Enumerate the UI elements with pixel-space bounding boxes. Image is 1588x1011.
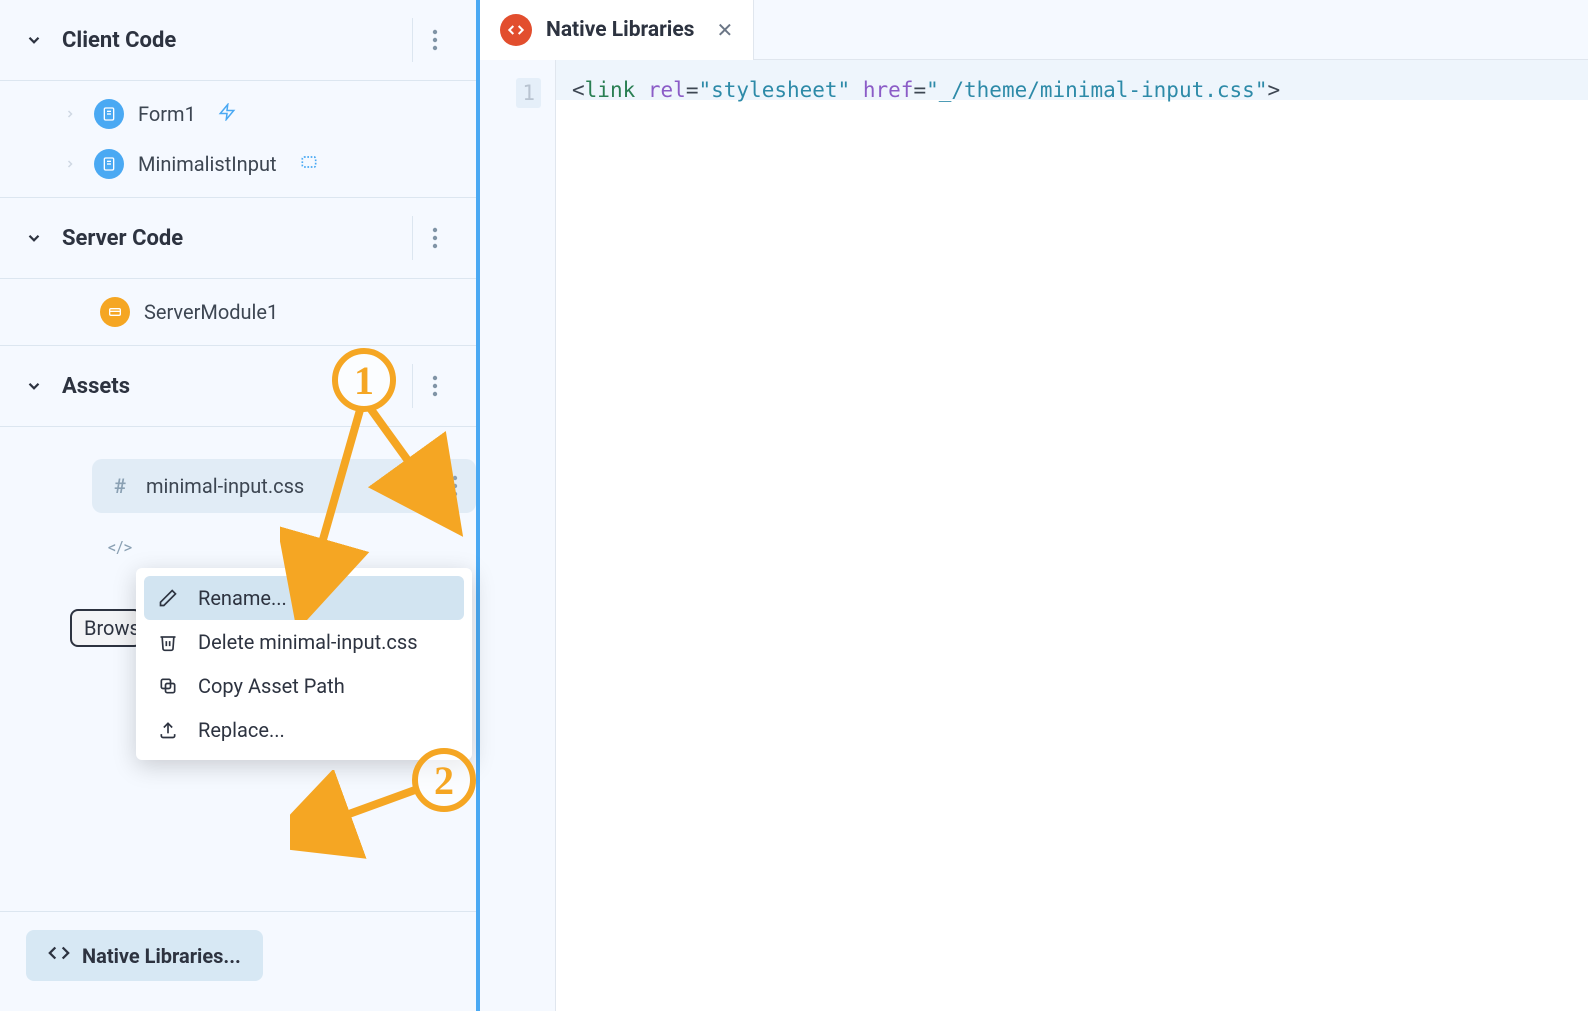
code-icon: </> [106,538,134,558]
line-number: 1 [516,78,541,108]
menu-item-label: Rename... [198,586,287,610]
form-icon [94,149,124,179]
native-libraries-button[interactable]: Native Libraries... [26,930,263,981]
kebab-icon[interactable] [412,364,456,408]
annotation-arrow-2 [290,770,450,870]
client-code-body: Form1 MinimalistInput [0,81,476,197]
menu-item-label: Delete minimal-input.css [198,630,418,654]
asset-label: minimal-input.css [134,474,432,498]
layout-icon [299,152,319,176]
chevron-down-icon [20,372,48,400]
section-header-assets[interactable]: Assets [0,345,476,427]
chevron-down-icon [20,224,48,252]
code-icon [48,942,70,969]
trash-icon [156,632,180,652]
code-tab-icon [500,14,532,46]
tabbar: Native Libraries ✕ [480,0,1588,60]
menu-item-copy-path[interactable]: Copy Asset Path [144,664,464,708]
code-area[interactable]: 1 <link rel="stylesheet" href="_/theme/m… [480,60,1588,1011]
sidebar: Client Code Form1 MinimalistInput [0,0,480,1011]
menu-item-delete[interactable]: Delete minimal-input.css [144,620,464,664]
menu-item-rename[interactable]: Rename... [144,576,464,620]
form-icon [94,99,124,129]
asset-item-hidden[interactable]: </> [92,523,476,573]
tree-item-form1[interactable]: Form1 [0,89,476,139]
copy-icon [156,676,180,696]
kebab-icon[interactable] [432,459,476,513]
asset-item-minimal-input-css[interactable]: # minimal-input.css [92,459,476,513]
menu-item-replace[interactable]: Replace... [144,708,464,752]
module-icon [100,297,130,327]
menu-item-label: Replace... [198,718,285,742]
section-title: Server Code [62,226,412,251]
context-menu: Rename... Delete minimal-input.css Copy … [136,568,472,760]
gutter: 1 [480,60,556,1011]
section-title: Client Code [62,28,412,53]
code-line-1: <link rel="stylesheet" href="_/theme/min… [556,60,1588,100]
native-libraries-label: Native Libraries... [82,944,241,968]
kebab-icon[interactable] [412,216,456,260]
upload-icon [156,720,180,740]
menu-item-label: Copy Asset Path [198,674,345,698]
hash-icon: # [106,474,134,498]
close-icon[interactable]: ✕ [716,18,733,42]
tree-item-label: Form1 [138,102,196,126]
chevron-right-icon [60,158,80,170]
tab-native-libraries[interactable]: Native Libraries ✕ [480,0,754,60]
section-title: Assets [62,374,412,399]
tree-item-label: ServerModule1 [144,300,278,324]
kebab-icon[interactable] [412,18,456,62]
browse-button[interactable]: Brows [70,609,142,647]
tree-item-label: MinimalistInput [138,152,277,176]
chevron-right-icon [60,108,80,120]
chevron-down-icon [20,26,48,54]
server-code-body: ServerModule1 [0,279,476,345]
tree-item-servermodule1[interactable]: ServerModule1 [0,287,476,337]
bolt-icon [218,103,236,125]
section-header-server-code[interactable]: Server Code [0,197,476,279]
bottom-bar: Native Libraries... [0,911,476,1011]
tab-label: Native Libraries [546,18,694,42]
tree-item-minimalistinput[interactable]: MinimalistInput [0,139,476,189]
pencil-icon [156,588,180,608]
section-header-client-code[interactable]: Client Code [0,0,476,81]
editor: Native Libraries ✕ 1 <link rel="styleshe… [480,0,1588,1011]
